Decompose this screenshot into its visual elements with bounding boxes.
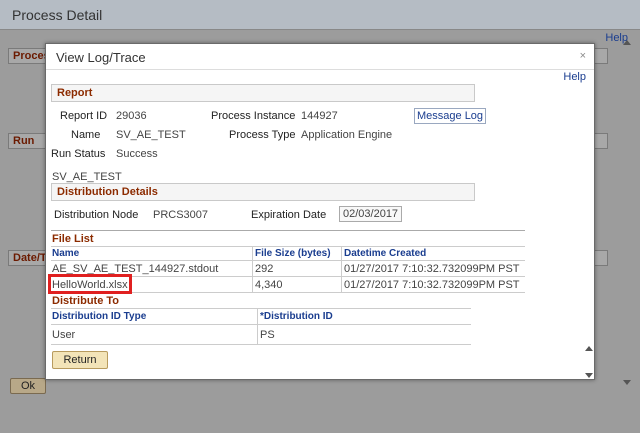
process-type-label: Process Type [229, 129, 296, 141]
file-list-title: File List [52, 233, 94, 245]
background-header: Process Detail [0, 0, 640, 30]
highlight-annotation-box [48, 274, 132, 294]
distribute-to-vline [257, 308, 258, 345]
modal-titlebar[interactable]: View Log/Trace × [46, 44, 594, 70]
distribution-id-cell: PS [260, 329, 275, 341]
distribution-section-header: Distribution Details [51, 183, 475, 201]
distribute-to-col-id[interactable]: *Distribution ID [260, 311, 333, 322]
background-ok-button[interactable]: Ok [10, 378, 46, 394]
name-label: Name [71, 129, 101, 141]
file-list-col-name[interactable]: Name [52, 248, 79, 259]
file-list-vline-2 [341, 246, 342, 292]
file-size-cell: 292 [255, 263, 274, 275]
distribute-to-bottom-border [51, 344, 471, 345]
run-status-value: Success [116, 148, 158, 160]
expiration-date-field: 02/03/2017 [339, 206, 403, 222]
distribution-node-label: Distribution Node [54, 209, 139, 221]
file-created-cell: 01/27/2017 7:10:32.732099PM PST [344, 279, 520, 291]
background-scrollbar[interactable] [622, 40, 632, 385]
distribution-node-value: PRCS3007 [153, 209, 209, 221]
distribute-to-col-type[interactable]: Distribution ID Type [52, 311, 146, 322]
report-description: SV_AE_TEST [52, 171, 122, 183]
background-title: Process Detail [12, 7, 103, 23]
process-instance-value: 144927 [301, 110, 338, 122]
file-size-cell: 4,340 [255, 279, 283, 291]
file-list-top-border [51, 230, 525, 231]
file-list-col-created[interactable]: Datetime Created [344, 248, 426, 259]
process-instance-label: Process Instance [211, 110, 296, 122]
process-type-value: Application Engine [301, 129, 393, 141]
file-list-header-divider [51, 246, 525, 247]
file-list-col-size[interactable]: File Size (bytes) [255, 248, 331, 259]
distribute-to-header-divider [51, 308, 471, 309]
close-icon[interactable]: × [580, 50, 586, 62]
report-id-label: Report ID [60, 110, 108, 122]
distribution-id-type-cell: User [52, 329, 76, 341]
report-section-header: Report [51, 84, 475, 102]
file-list-vline-1 [252, 246, 253, 292]
run-status-label: Run Status [51, 148, 106, 160]
report-id-value: 29036 [116, 110, 147, 122]
modal-title: View Log/Trace [56, 50, 146, 65]
return-button[interactable]: Return [52, 351, 108, 369]
distribute-to-header-bottom [51, 324, 471, 325]
name-value: SV_AE_TEST [116, 129, 186, 141]
file-list-header-bottom [51, 260, 525, 261]
modal-scrollbar[interactable] [584, 344, 594, 380]
distribute-to-title: Distribute To [52, 295, 120, 307]
file-created-cell: 01/27/2017 7:10:32.732099PM PST [344, 263, 520, 275]
expiration-date-label: Expiration Date [251, 209, 327, 221]
view-log-trace-modal: View Log/Trace × Help Report Report ID 2… [45, 43, 595, 380]
modal-help-link[interactable]: Help [563, 71, 586, 83]
message-log-link[interactable]: Message Log [414, 108, 487, 124]
